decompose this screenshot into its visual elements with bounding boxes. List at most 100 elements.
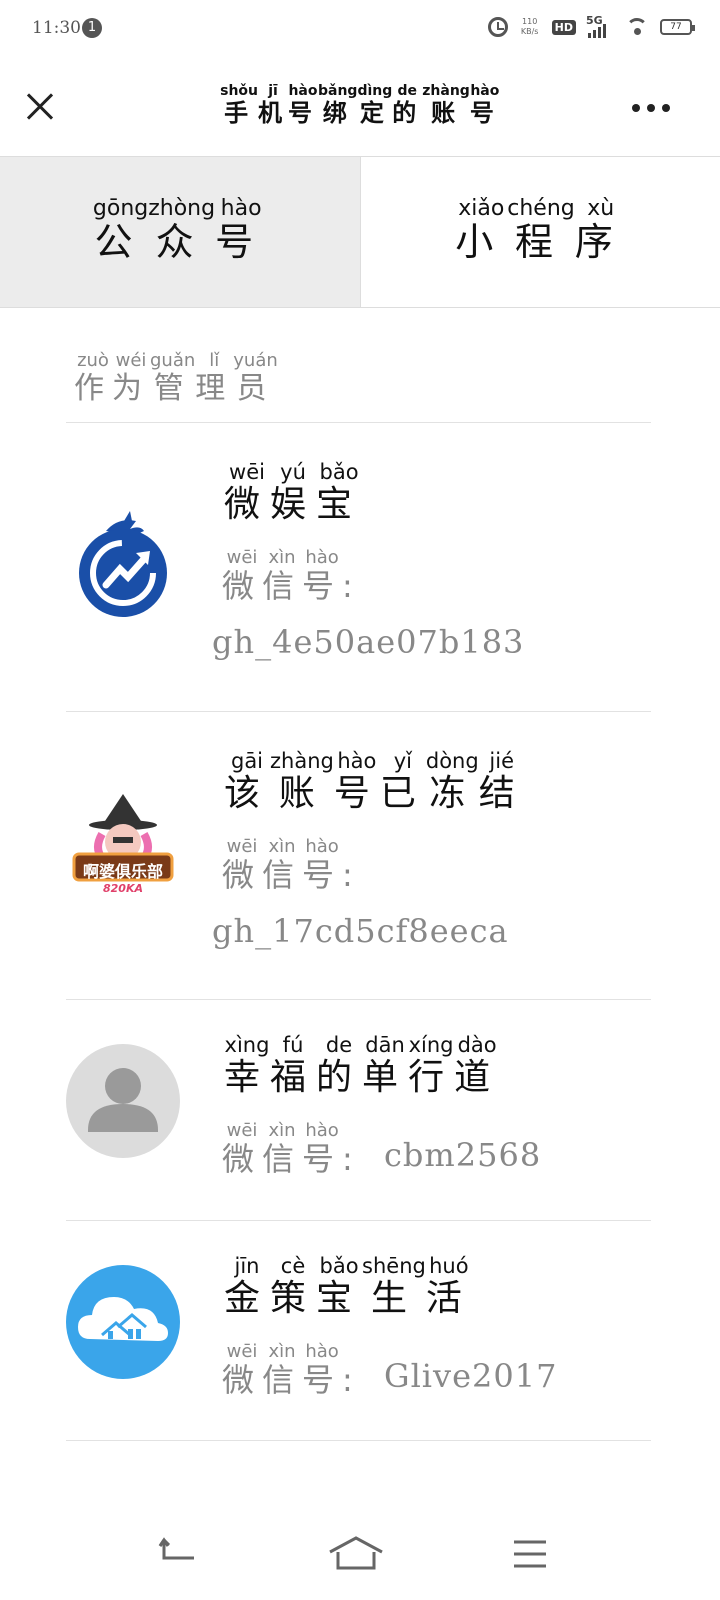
wechat-id-label: 微wēi信xìn号hào:: [222, 1120, 361, 1180]
signal-icon: 5G: [586, 14, 616, 38]
status-time: 11:30: [32, 18, 81, 38]
account-name-char: 幸xìng: [224, 1033, 271, 1098]
tab-mini-programs[interactable]: 小xiǎo程chéng序xù: [361, 157, 720, 307]
account-name-char: 账zhàng: [270, 749, 334, 814]
wechat-label-char: 微wēi: [222, 1341, 263, 1399]
title-char: 的de: [392, 83, 423, 127]
account-name-char: 宝bǎo: [316, 1254, 363, 1319]
wechat-id-label: 微wēi信xìn号hào:: [222, 1341, 361, 1401]
account-name-char: 结jié: [478, 749, 525, 814]
default-user-icon: [66, 1044, 180, 1158]
network-type: 5G: [586, 14, 603, 27]
tab-char: 小xiǎo: [455, 196, 508, 264]
wechat-label-char: 号hào: [302, 1341, 343, 1399]
wechat-id-label: 微wēi信xìn号hào:: [222, 836, 361, 896]
account-name: 幸xìng福fú的de单dān行xíng道dào: [224, 1033, 501, 1100]
account-name: 该gāi账zhàng号hào已yǐ冻dòng结jié: [224, 749, 525, 816]
hd-badge: HD: [551, 19, 576, 35]
account-name-char: 宝bǎo: [316, 460, 363, 525]
account-name-char: 道dào: [454, 1033, 501, 1098]
account-name-char: 娱yú: [270, 460, 317, 525]
wechat-label-char: 信xìn: [262, 547, 303, 605]
section-char: 作zuò: [74, 350, 112, 406]
wechat-label-char: 微wēi: [222, 547, 263, 605]
account-item[interactable]: 金jīn策cè宝bǎo生shēng活huó 微wēi信xìn号hào: Gliv…: [66, 1221, 651, 1441]
wechat-label-colon: :: [342, 856, 361, 894]
title-char: 号hào: [288, 83, 318, 127]
tab-char: 程chéng: [507, 196, 575, 264]
back-nav-button[interactable]: [150, 1530, 210, 1576]
account-name-char: 策cè: [270, 1254, 317, 1319]
club-logo-text: 啊婆俱乐部: [82, 862, 163, 881]
wechat-label-char: 微wēi: [222, 836, 263, 894]
tab-bar: 公gōng众zhòng号hào 小xiǎo程chéng序xù: [0, 156, 720, 308]
tab-char: 序xù: [574, 196, 627, 264]
wechat-label-char: 信xìn: [262, 1341, 303, 1399]
section-char: 为wéi: [112, 350, 150, 406]
section-title: 作zuò为wéi管guǎn理lǐ员yuán: [74, 350, 278, 407]
more-options-button[interactable]: [632, 93, 682, 123]
battery-icon: 77: [660, 19, 695, 35]
tab-char: 号hào: [215, 196, 268, 264]
account-name: 金jīn策cè宝bǎo生shēng活huó: [224, 1254, 472, 1321]
account-item[interactable]: 啊婆俱乐部 820KA 该gāi账zhàng号hào已yǐ冻dòng结jié 微…: [66, 712, 651, 999]
alarm-icon: [487, 17, 508, 37]
home-nav-button[interactable]: [324, 1530, 388, 1576]
speed-value: 110: [522, 17, 538, 26]
wechat-label-char: 微wēi: [222, 1120, 263, 1178]
wechat-label-colon: :: [342, 567, 361, 605]
section-char: 管guǎn: [150, 350, 196, 406]
section-char: 员yuán: [233, 350, 278, 406]
wechat-id-value: cbm2568: [384, 1136, 542, 1174]
account-name-char: 福fú: [270, 1033, 317, 1098]
account-name-char: 的de: [316, 1033, 363, 1098]
wechat-label-colon: :: [342, 1140, 361, 1178]
wechat-id-value: gh_4e50ae07b183: [212, 623, 525, 661]
title-char: 号hào: [469, 83, 500, 127]
account-name-char: 金jīn: [224, 1254, 271, 1319]
account-name-char: 单dān: [362, 1033, 409, 1098]
tab-official-accounts[interactable]: 公gōng众zhòng号hào: [0, 157, 360, 307]
wechat-label-char: 信xìn: [262, 836, 303, 894]
page-title: 手shǒu机jī号hào绑bǎng定dìng的de账zhàng号hào: [0, 83, 720, 128]
section-char: 理lǐ: [195, 350, 234, 406]
club-logo-icon: 啊婆俱乐部 820KA: [66, 792, 180, 906]
title-char: 定dìng: [357, 83, 393, 127]
account-name-char: 号hào: [333, 749, 380, 814]
title-char: 账zhàng: [422, 83, 470, 127]
menu-nav-button[interactable]: [502, 1530, 562, 1576]
account-item[interactable]: 幸xìng福fú的de单dān行xíng道dào 微wēi信xìn号hào: c…: [66, 1000, 651, 1220]
wechat-label-char: 号hào: [302, 1120, 343, 1178]
cloud-house-icon: [66, 1265, 180, 1379]
dragon-logo-icon: [66, 509, 180, 623]
wechat-label-char: 号hào: [302, 547, 343, 605]
wechat-label-char: 信xìn: [262, 1120, 303, 1178]
title-char: 机jī: [258, 83, 288, 127]
speed-unit: KB/s: [520, 27, 539, 36]
account-name-char: 活huó: [425, 1254, 472, 1319]
account-name-char: 冻dòng: [425, 749, 479, 814]
system-nav-bar: [0, 1500, 720, 1600]
account-name-char: 行xíng: [408, 1033, 455, 1098]
account-name-char: 已yǐ: [379, 749, 426, 814]
notification-badge: 1: [82, 18, 102, 38]
header: 手shǒu机jī号hào绑bǎng定dìng的de账zhàng号hào: [0, 58, 720, 156]
account-name: 微wēi娱yú宝bǎo: [224, 460, 363, 527]
account-name-char: 该gāi: [224, 749, 271, 814]
tab-char: 公gōng: [92, 196, 149, 264]
wechat-id-value: Glive2017: [384, 1357, 558, 1395]
wechat-id-value: gh_17cd5cf8eeca: [212, 912, 509, 950]
divider: [66, 1440, 651, 1441]
tab-char: 众zhòng: [148, 196, 216, 264]
title-char: 手shǒu: [220, 83, 259, 127]
account-item[interactable]: 微wēi娱yú宝bǎo 微wēi信xìn号hào: gh_4e50ae07b18…: [66, 423, 651, 711]
wechat-label-colon: :: [342, 1361, 361, 1399]
wechat-label-char: 号hào: [302, 836, 343, 894]
title-char: 绑bǎng: [318, 83, 358, 127]
wifi-icon: [626, 18, 650, 36]
status-bar: 11:30 1 110 KB/s HD 5G 77: [0, 0, 720, 58]
wechat-id-label: 微wēi信xìn号hào:: [222, 547, 361, 607]
club-logo-subtext: 820KA: [103, 882, 143, 895]
account-name-char: 生shēng: [362, 1254, 426, 1319]
account-name-char: 微wēi: [224, 460, 271, 525]
